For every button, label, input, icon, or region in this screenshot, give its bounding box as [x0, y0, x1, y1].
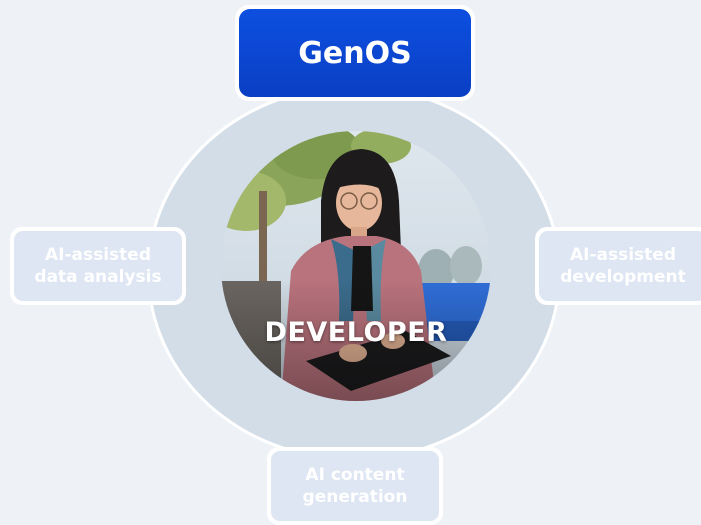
content-generation-line1: AI content — [305, 465, 405, 485]
data-analysis-node[interactable]: AI-assisted data analysis — [10, 227, 186, 305]
content-generation-line2: generation — [302, 487, 408, 507]
content-generation-node[interactable]: AI content generation — [267, 447, 443, 525]
data-analysis-line1: AI-assisted — [44, 245, 152, 265]
genos-diagram: DEVELOPER GenOS AI-assisted data analysi… — [0, 0, 701, 525]
genos-node-label: GenOS — [239, 9, 471, 97]
genos-node[interactable]: GenOS — [235, 5, 475, 101]
development-line2: development — [560, 267, 686, 287]
developer-photo-illustration — [221, 131, 491, 401]
development-line1: AI-assisted — [569, 245, 677, 265]
data-analysis-line2: data analysis — [34, 267, 162, 287]
center-photo: DEVELOPER — [221, 131, 491, 401]
development-node[interactable]: AI-assisted development — [535, 227, 701, 305]
center-label: DEVELOPER — [264, 317, 448, 348]
